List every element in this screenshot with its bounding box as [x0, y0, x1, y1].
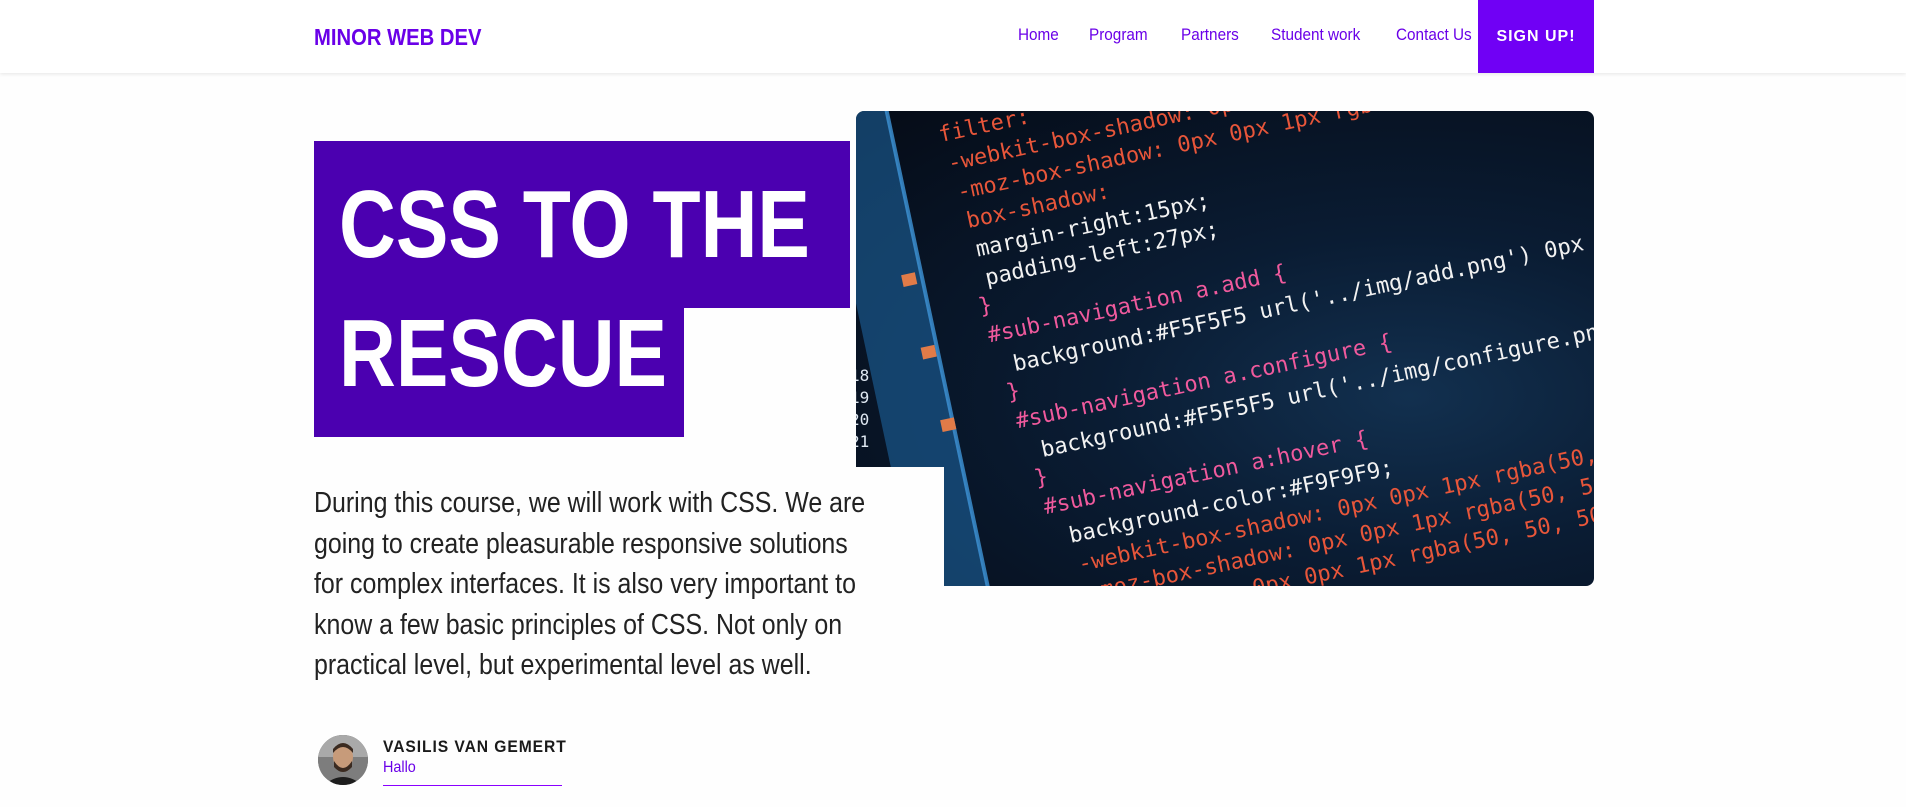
nav-program-link[interactable]: Program — [1089, 25, 1148, 45]
author-link[interactable]: Hallo — [383, 756, 562, 786]
hero-code-image: 18192021 filter:-webkit-box-shadow: 0px … — [856, 111, 1594, 586]
gutter-line-number: 19 — [856, 388, 869, 407]
code-line: } — [1032, 464, 1050, 491]
site-header: MINOR WEB DEV Home Program Partners Stud… — [0, 0, 1906, 73]
person-avatar-icon — [318, 735, 368, 785]
signup-button[interactable]: SIGN UP! — [1478, 0, 1594, 73]
nav-contact-link[interactable]: Contact Us — [1396, 25, 1472, 45]
code-line: } — [976, 293, 994, 320]
nav-home-link[interactable]: Home — [1018, 25, 1059, 45]
main-nav: Home Program Partners Student work Conta… — [1018, 25, 1506, 45]
site-logo[interactable]: MINOR WEB DEV — [314, 24, 482, 51]
nav-partners-link[interactable]: Partners — [1181, 25, 1239, 45]
gutter-line-number: 18 — [856, 366, 869, 385]
nav-student-work-link[interactable]: Student work — [1271, 25, 1360, 45]
hero-title-block: CSS TO THE RESCUE — [314, 141, 850, 437]
gutter-line-number: 21 — [856, 432, 869, 451]
hero-title-line-1: CSS TO THE — [339, 171, 810, 278]
author-link-label: Hallo — [383, 759, 416, 776]
author-name: VASILIS VAN GEMERT — [383, 737, 567, 756]
hero-title-line-2: RESCUE — [339, 300, 668, 407]
code-line: } — [1004, 378, 1022, 405]
hero-intro-text: During this course, we will work with CS… — [314, 487, 866, 681]
gutter-line-number: 20 — [856, 410, 869, 429]
